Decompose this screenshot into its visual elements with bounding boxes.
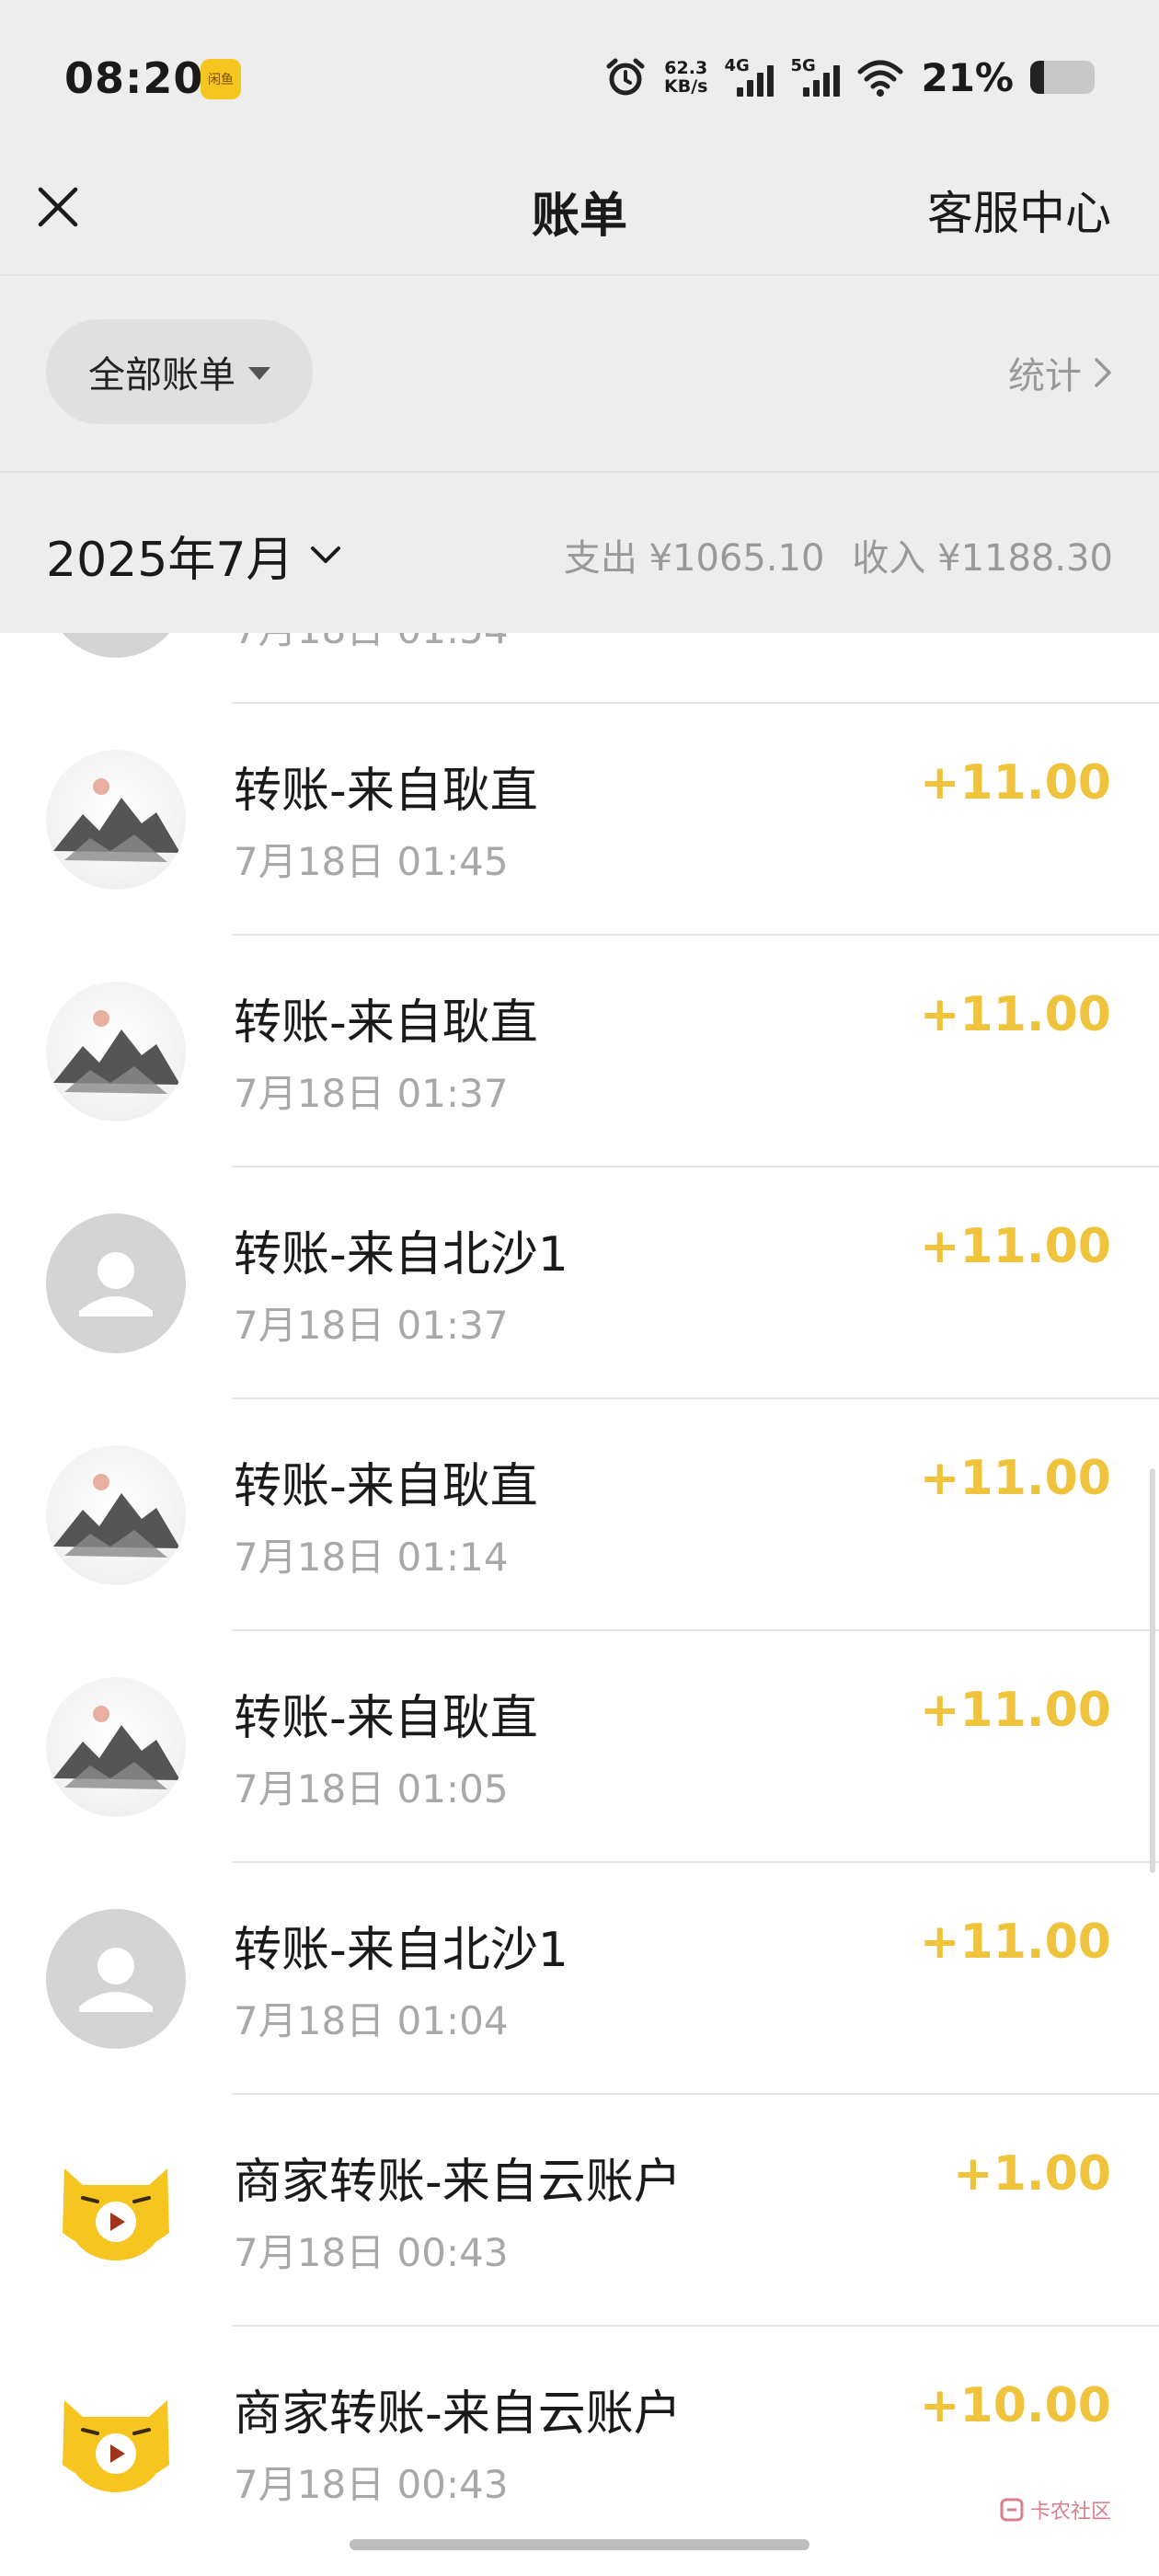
nav-bar: 账单 客服中心 [0,156,1159,276]
net-speed-value: 62.3 [664,58,708,78]
transaction-time: 7月18日 01:04 [234,1998,509,2043]
transaction-title: 转账-来自耿直 [234,995,538,1051]
transaction-time: 7月18日 00:43 [234,2230,509,2275]
transaction-amount: +11.00 [919,1915,1111,1970]
avatar [46,2141,186,2281]
income-total: 收入 ¥1188.30 [852,537,1113,580]
transaction-time: 7月18日 01:54 [234,633,509,655]
transaction-title: 转账-来自耿直 [234,1459,538,1514]
status-icons: 62.3 KB/s 4G 5G 21% [603,52,1095,103]
tiger-mascot-icon [63,2168,169,2260]
signal-icon: 5G [790,56,841,98]
status-time: 08:20 [64,53,204,103]
transaction-amount: +1.00 [953,2146,1111,2202]
transaction-amount: +11.00 [919,1683,1111,1738]
tiger-mascot-icon [63,2400,169,2492]
transaction-time: 7月18日 01:37 [234,1303,509,1348]
stats-link[interactable]: 统计 [1008,346,1113,399]
transaction-title: 转账-来自北沙1 [234,1227,568,1282]
signal-icon: 4G [724,56,775,98]
month-summary: 支出 ¥1065.10 收入 ¥1188.30 [564,528,1113,581]
transaction-list[interactable]: 7月18日 01:54 转账-来自耿直 7月18日 01:45 +11.00 转… [0,633,1159,2576]
month-selector[interactable]: 2025年7月 [46,521,341,590]
bill-type-label: 全部账单 [88,354,235,397]
stats-label: 统计 [1008,355,1082,397]
status-bar: 08:20 闲鱼 62.3 KB/s 4G 5G 21% [0,0,1159,156]
chevron-right-icon [1095,358,1111,387]
avatar [46,1677,186,1817]
home-indicator[interactable] [350,2539,809,2550]
transaction-title: 转账-来自耿直 [234,1691,538,1746]
default-user-icon [79,1252,153,1317]
filter-bar: 全部账单 统计 [0,276,1159,473]
month-label: 2025年7月 [46,533,294,588]
watermark-text: 卡农社区 [1029,2501,1111,2524]
caret-down-icon [248,367,270,380]
landscape-avatar-icon [53,1474,180,1558]
transaction-time: 7月18日 00:43 [234,2462,509,2507]
landscape-avatar-icon [53,1706,180,1789]
chevron-down-icon [311,546,341,563]
transaction-amount: +10.00 [919,2378,1111,2433]
battery-percent: 21% [921,54,1014,100]
transaction-time: 7月18日 01:05 [234,1766,509,1811]
transaction-title: 商家转账-来自云账户 [234,2155,682,2210]
battery-fill [1030,61,1044,94]
avatar [46,1909,186,2049]
transaction-amount: +11.00 [919,987,1111,1042]
expense-total: 支出 ¥1065.10 [563,537,825,580]
month-header: 2025年7月 支出 ¥1065.10 收入 ¥1188.30 [0,473,1159,633]
transaction-row[interactable]: 7月18日 01:54 [0,633,1159,704]
transaction-time: 7月18日 01:45 [234,839,509,884]
landscape-avatar-icon [53,1010,180,1094]
default-user-icon [79,1948,153,2012]
transaction-row[interactable]: 商家转账-来自云账户 7月18日 00:43 +10.00 [0,2327,1159,2559]
transaction-row[interactable]: 转账-来自耿直 7月18日 01:37 +11.00 [0,936,1159,1167]
avatar [46,1445,186,1585]
transaction-title: 转账-来自北沙1 [234,1923,568,1978]
landscape-avatar-icon [53,778,180,862]
net-speed: 62.3 KB/s [664,59,707,96]
avatar [46,1213,186,1353]
transaction-amount: +11.00 [919,755,1111,811]
avatar [46,633,186,658]
transaction-row[interactable]: 转账-来自耿直 7月18日 01:05 +11.00 [0,1631,1159,1863]
transaction-time: 7月18日 01:14 [234,1535,509,1580]
transaction-time: 7月18日 01:37 [234,1071,509,1116]
app-notification-icon: 闲鱼 [201,59,241,99]
watermark: 卡农社区 [999,2495,1111,2524]
transaction-row[interactable]: 转账-来自耿直 7月18日 01:14 +11.00 [0,1399,1159,1631]
watermark-logo-icon [1000,2498,1024,2522]
transaction-row[interactable]: 转账-来自北沙1 7月18日 01:04 +11.00 [0,1863,1159,2095]
avatar [46,2373,186,2513]
scrollbar[interactable] [1150,1468,1155,1873]
customer-service-link[interactable]: 客服中心 [927,177,1111,243]
alarm-icon [606,58,645,96]
avatar [46,750,186,890]
transaction-amount: +11.00 [919,1219,1111,1274]
transaction-row[interactable]: 商家转账-来自云账户 7月18日 00:43 +1.00 [0,2095,1159,2327]
avatar [46,982,186,1121]
wifi-icon [857,60,903,97]
net-speed-unit: KB/s [664,76,708,97]
bill-type-selector[interactable]: 全部账单 [46,319,313,424]
transaction-amount: +11.00 [919,1451,1111,1506]
transaction-row[interactable]: 转账-来自北沙1 7月18日 01:37 +11.00 [0,1167,1159,1399]
transaction-row[interactable]: 转账-来自耿直 7月18日 01:45 +11.00 [0,704,1159,936]
battery-icon [1030,61,1095,94]
transaction-title: 转账-来自耿直 [234,764,538,819]
transaction-title: 商家转账-来自云账户 [234,2386,682,2442]
